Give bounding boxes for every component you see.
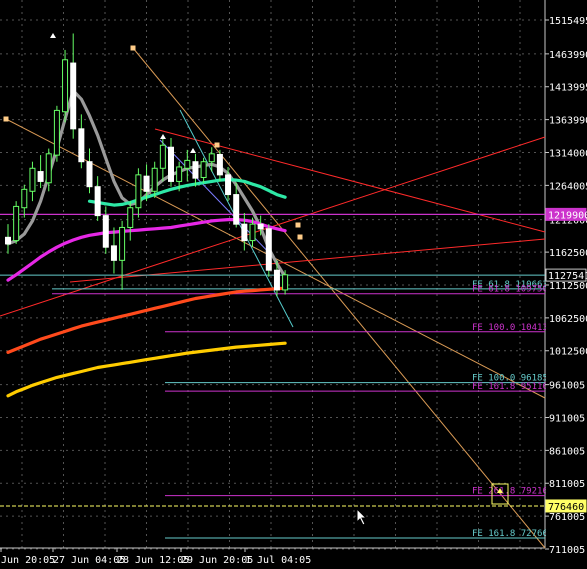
candle-body bbox=[110, 245, 117, 261]
candle-body bbox=[151, 167, 158, 192]
price-tick-label: 1314000 bbox=[549, 148, 587, 159]
candle-body bbox=[176, 166, 183, 182]
fib-level-label: FE 261.8 792167 bbox=[472, 487, 553, 497]
candle-body bbox=[86, 161, 93, 188]
price-tick-label: 761005 bbox=[549, 512, 585, 523]
price-tick-label: 1363990 bbox=[549, 116, 587, 127]
price-tick-label: 1413995 bbox=[549, 83, 587, 94]
anchor-point bbox=[214, 142, 220, 148]
fib-level-label: FE 100.0 1041341 bbox=[472, 323, 559, 333]
candle-body bbox=[216, 153, 223, 176]
price-tick-label: 961005 bbox=[549, 381, 585, 392]
candle-body bbox=[78, 128, 85, 163]
candle-body bbox=[192, 161, 199, 179]
price-tick-label: 1112500 bbox=[549, 281, 587, 292]
candle-body bbox=[29, 167, 36, 192]
candle-body bbox=[208, 153, 215, 163]
price-tick-label: 911005 bbox=[549, 413, 585, 424]
candle-body bbox=[257, 223, 264, 230]
anchor-point bbox=[295, 222, 301, 228]
candle-body bbox=[143, 175, 150, 192]
candle-body bbox=[13, 205, 20, 242]
candle-body bbox=[119, 226, 126, 261]
candle-body bbox=[5, 236, 11, 245]
candle-body bbox=[225, 174, 232, 196]
fib-level-label: FE 161.8 727662 bbox=[472, 529, 553, 539]
candle-body bbox=[273, 269, 280, 291]
candle-body bbox=[184, 159, 191, 169]
anchor-point bbox=[130, 45, 136, 51]
candle-body bbox=[127, 207, 134, 228]
candle-body bbox=[282, 274, 289, 291]
fib-level-label: FE 161.8 951164 bbox=[472, 382, 553, 392]
price-tick-label: 1062500 bbox=[549, 314, 587, 325]
candle-body bbox=[21, 188, 28, 209]
price-box-label: 1219900 bbox=[548, 210, 587, 221]
candle-body bbox=[159, 144, 166, 169]
price-scale[interactable]: 1515495 1463990 1413995 1363990 1314000 12640… bbox=[545, 0, 587, 569]
price-tick-label: 811005 bbox=[549, 479, 585, 490]
candle-body bbox=[241, 223, 248, 242]
candle-body bbox=[94, 186, 101, 217]
candle-body bbox=[53, 109, 60, 156]
price-tick-label: 1515495 bbox=[549, 16, 587, 27]
candle-body bbox=[168, 146, 174, 182]
price-box-label: 776460 bbox=[548, 502, 584, 513]
price-tick-label: 711005 bbox=[549, 545, 585, 556]
anchor-point bbox=[297, 234, 303, 240]
candle-body bbox=[233, 194, 240, 225]
candle-body bbox=[45, 153, 52, 184]
price-tick-label: 1463990 bbox=[549, 50, 587, 61]
price-tick-label: 1264005 bbox=[549, 181, 587, 192]
candle-body bbox=[70, 62, 77, 130]
candle-body bbox=[265, 228, 272, 271]
time-tick-label: 29 Jun 20:05 bbox=[181, 555, 253, 566]
price-tick-label: 1162500 bbox=[549, 248, 587, 259]
time-tick-label: 1 Jul 04:05 bbox=[245, 555, 311, 566]
mouse-pointer-icon bbox=[356, 508, 368, 526]
fib-level-label: FE 61.8 1097500 bbox=[472, 285, 553, 295]
candle-body bbox=[102, 215, 109, 248]
price-chart[interactable]: FE 61.8 1106633FE 61.8 1097500FE 100.0 1… bbox=[0, 0, 587, 569]
time-tick-label: Jun 20:05 bbox=[1, 555, 55, 566]
price-tick-label: 1012500 bbox=[549, 347, 587, 358]
candle-body bbox=[62, 59, 69, 113]
time-tick-label: 28 Jun 12:05 bbox=[117, 555, 189, 566]
time-tick-label: 27 Jun 04:05 bbox=[53, 555, 125, 566]
candle-body bbox=[249, 223, 256, 242]
price-box-label: 1127541 bbox=[548, 271, 587, 282]
price-tick-label: 861005 bbox=[549, 446, 585, 457]
candle-body bbox=[135, 174, 142, 209]
anchor-point bbox=[3, 116, 9, 122]
candle-body bbox=[200, 161, 207, 178]
candle-body bbox=[37, 171, 44, 182]
